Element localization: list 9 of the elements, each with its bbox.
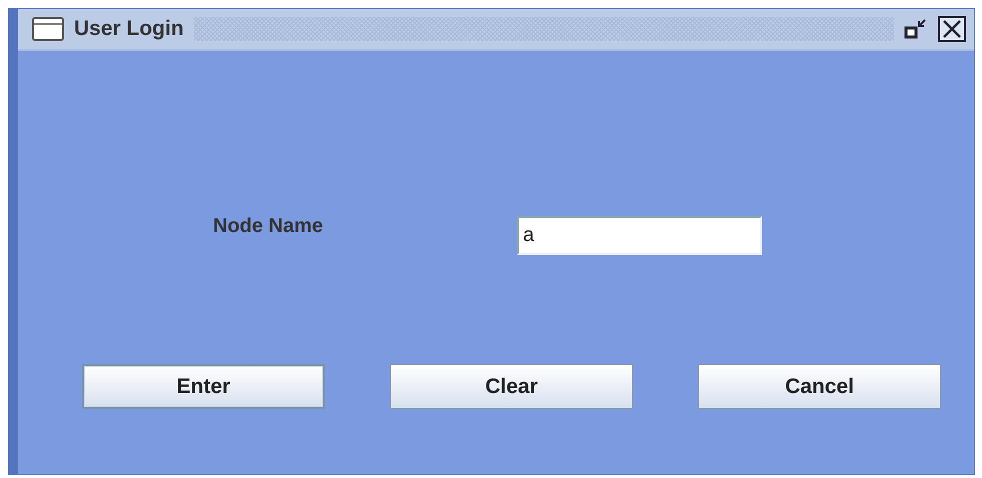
cancel-button[interactable]: Cancel	[698, 364, 941, 409]
enter-button[interactable]: Enter	[82, 364, 325, 409]
node-name-label: Node Name	[213, 215, 324, 238]
close-button[interactable]	[938, 16, 966, 42]
window-icon	[32, 17, 64, 41]
minimize-button[interactable]	[904, 17, 928, 41]
node-name-field[interactable]: a	[517, 216, 762, 255]
window-title: User Login	[74, 17, 184, 41]
clear-button[interactable]: Clear	[390, 364, 633, 409]
